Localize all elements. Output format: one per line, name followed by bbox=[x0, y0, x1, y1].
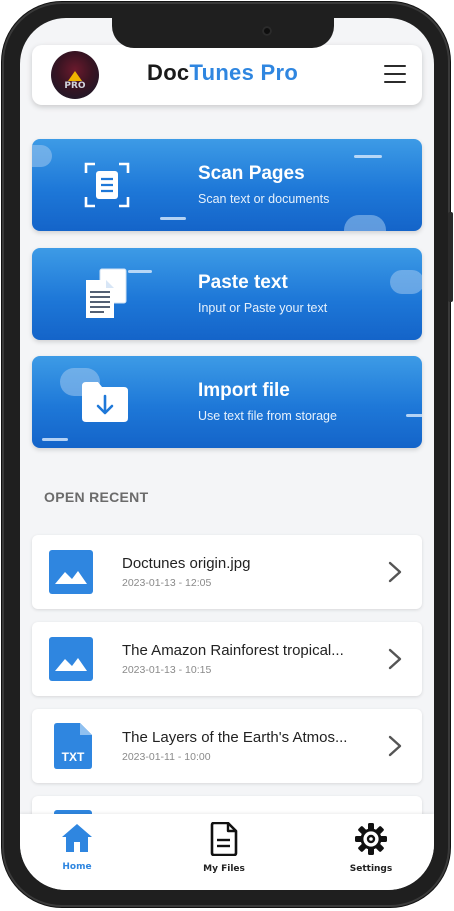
recent-file-name: Doctunes origin.jpg bbox=[122, 555, 251, 572]
hamburger-menu-icon[interactable] bbox=[384, 65, 406, 84]
paste-text-button[interactable]: Paste text Input or Paste your text bbox=[32, 248, 422, 340]
nav-my-files-label: My Files bbox=[203, 864, 245, 874]
paste-documents-icon bbox=[86, 268, 127, 318]
import-file-title: Import file bbox=[198, 380, 290, 401]
scan-document-icon bbox=[84, 162, 130, 208]
phone-side-button bbox=[448, 212, 453, 302]
decor-cloud bbox=[32, 145, 52, 167]
recent-file-date: 2023-01-11 - 10:00 bbox=[122, 751, 211, 763]
decor-dash bbox=[406, 414, 422, 417]
recent-file-date: 2023-01-13 - 10:15 bbox=[122, 664, 212, 676]
import-file-subtitle: Use text file from storage bbox=[198, 409, 337, 423]
app-title-part1: Doc bbox=[147, 60, 190, 85]
nav-settings-label: Settings bbox=[349, 864, 393, 874]
nav-home-label: Home bbox=[62, 862, 92, 872]
app-title-part2: Tunes Pro bbox=[189, 60, 299, 85]
app-title: DocTunes Pro bbox=[147, 60, 298, 86]
bottom-navigation: Home My Files Settings bbox=[20, 814, 434, 890]
recent-file-name: The Layers of the Earth's Atmos... bbox=[122, 729, 348, 746]
decor-dash bbox=[42, 438, 68, 441]
file-icon bbox=[210, 821, 238, 857]
screen: PRO DocTunes Pro Scan Pages Scan text or… bbox=[20, 18, 434, 890]
avatar-badge: PRO bbox=[64, 81, 86, 91]
chevron-right-icon bbox=[388, 735, 402, 757]
txt-badge: TXT bbox=[61, 750, 85, 764]
app-header: PRO DocTunes Pro bbox=[32, 45, 422, 105]
chevron-right-icon bbox=[388, 561, 402, 583]
phone-frame: PRO DocTunes Pro Scan Pages Scan text or… bbox=[2, 2, 453, 907]
paste-text-title: Paste text bbox=[198, 272, 288, 293]
recent-file-date: 2023-01-13 - 12:05 bbox=[122, 577, 212, 589]
paste-text-subtitle: Input or Paste your text bbox=[198, 301, 328, 315]
gear-icon bbox=[355, 823, 387, 855]
camera-icon bbox=[262, 26, 272, 36]
home-icon bbox=[62, 824, 92, 852]
recent-file-item[interactable]: Doctunes origin.jpg 2023-01-13 - 12:05 bbox=[32, 535, 422, 609]
chevron-right-icon bbox=[388, 648, 402, 670]
notch bbox=[112, 18, 334, 48]
decor-dash bbox=[128, 270, 152, 273]
decor-dash bbox=[160, 217, 186, 220]
open-recent-label: OPEN RECENT bbox=[44, 489, 149, 505]
image-file-icon bbox=[49, 637, 93, 681]
txt-file-icon: TXT bbox=[54, 723, 92, 769]
recent-file-item[interactable]: The Amazon Rainforest tropical... 2023-0… bbox=[32, 622, 422, 696]
decor-cloud bbox=[390, 270, 422, 294]
crown-icon bbox=[68, 71, 82, 81]
avatar[interactable]: PRO bbox=[51, 51, 99, 99]
nav-my-files[interactable]: My Files bbox=[179, 821, 269, 874]
nav-settings[interactable]: Settings bbox=[326, 822, 416, 874]
scan-pages-subtitle: Scan text or documents bbox=[198, 192, 330, 206]
image-file-icon bbox=[49, 550, 93, 594]
decor-cloud bbox=[344, 215, 386, 231]
nav-home[interactable]: Home bbox=[32, 822, 122, 872]
scan-pages-title: Scan Pages bbox=[198, 163, 305, 184]
scan-pages-button[interactable]: Scan Pages Scan text or documents bbox=[32, 139, 422, 231]
recent-file-item[interactable]: TXT The Layers of the Earth's Atmos... 2… bbox=[32, 709, 422, 783]
folder-download-icon bbox=[82, 382, 128, 422]
decor-dash bbox=[354, 155, 382, 158]
import-file-button[interactable]: Import file Use text file from storage bbox=[32, 356, 422, 448]
recent-file-name: The Amazon Rainforest tropical... bbox=[122, 642, 344, 659]
